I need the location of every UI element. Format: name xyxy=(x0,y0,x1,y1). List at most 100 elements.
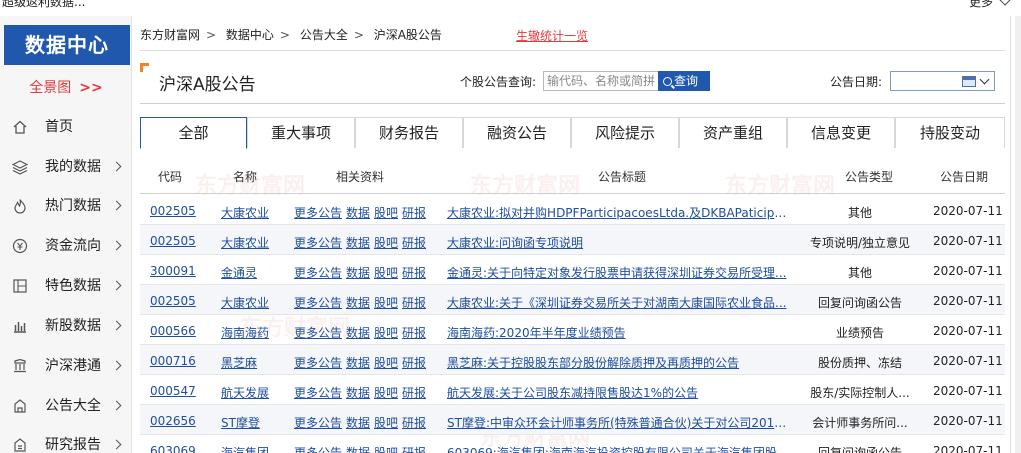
related-links: 更多公告 数据 股吧 研报 xyxy=(294,354,426,371)
overview-link[interactable]: 全景图 >> xyxy=(0,77,132,97)
announcement-date: 2020-07-11 xyxy=(933,204,1003,218)
more-announcements-link[interactable]: 更多公告 xyxy=(294,296,342,310)
breadcrumb-data-center[interactable]: 数据中心 xyxy=(226,26,274,43)
research-link[interactable]: 研报 xyxy=(402,296,426,310)
more-announcements-link[interactable]: 更多公告 xyxy=(294,326,342,340)
more-announcements-link[interactable]: 更多公告 xyxy=(294,206,342,220)
sidebar-item-research[interactable]: 研究报告 xyxy=(0,430,132,453)
data-link[interactable]: 数据 xyxy=(346,206,370,220)
sidebar-item-special-data[interactable]: 特色数据 xyxy=(0,271,132,301)
guba-link[interactable]: 股吧 xyxy=(374,266,398,280)
report-icon xyxy=(14,438,26,452)
stock-code-link[interactable]: 002505 xyxy=(150,234,196,248)
tab-all[interactable]: 全部 xyxy=(140,117,247,149)
data-link[interactable]: 数据 xyxy=(346,446,370,453)
sidebar-item-hot-data[interactable]: 热门数据 xyxy=(0,191,132,221)
search-button[interactable]: 查询 xyxy=(658,71,710,91)
stock-code-link[interactable]: 603069 xyxy=(150,444,196,453)
guba-link[interactable]: 股吧 xyxy=(374,356,398,370)
stock-name-link[interactable]: 金通灵 xyxy=(221,264,269,281)
tab-info-change[interactable]: 信息变更 xyxy=(787,117,895,148)
stock-name-link[interactable]: 黑芝麻 xyxy=(221,354,269,371)
more-link[interactable]: 更多 xyxy=(969,0,993,8)
stock-name-link[interactable]: 大康农业 xyxy=(221,204,269,221)
stock-name-link[interactable]: 海汽集团 xyxy=(221,444,269,453)
guba-link[interactable]: 股吧 xyxy=(374,416,398,430)
stock-code-link[interactable]: 002505 xyxy=(150,294,196,308)
sidebar-item-fund-flow[interactable]: 资金流向 xyxy=(0,231,132,261)
tab-major-events[interactable]: 重大事项 xyxy=(247,117,355,148)
guba-link[interactable]: 股吧 xyxy=(374,236,398,250)
stock-name-link[interactable]: 大康农业 xyxy=(221,234,269,251)
announcement-title-link[interactable]: 金通灵:关于向特定对象发行股票申请获得深圳证券交易所受理... xyxy=(447,264,789,281)
research-link[interactable]: 研报 xyxy=(402,206,426,220)
calendar-icon[interactable] xyxy=(962,76,976,87)
more-announcements-link[interactable]: 更多公告 xyxy=(294,356,342,370)
research-link[interactable]: 研报 xyxy=(402,386,426,400)
vertical-scrollbar[interactable] xyxy=(1015,16,1021,453)
tab-financial-reports[interactable]: 财务报告 xyxy=(355,117,463,148)
sidebar-item-connect[interactable]: 沪深港通 xyxy=(0,351,132,381)
more-announcements-link[interactable]: 更多公告 xyxy=(294,386,342,400)
tab-holding-change[interactable]: 持股变动 xyxy=(895,117,1005,148)
stock-name-link[interactable]: 大康农业 xyxy=(221,294,269,311)
sidebar-item-announcements[interactable]: 公告大全 xyxy=(0,391,132,421)
data-link[interactable]: 数据 xyxy=(346,296,370,310)
top-link-fragment[interactable]: 超级返利数据... xyxy=(2,0,85,8)
more-announcements-link[interactable]: 更多公告 xyxy=(294,236,342,250)
announcement-title-link[interactable]: 603069:海汽集团:海南海汽投资控股有限公司关于海汽集团股票... xyxy=(447,444,789,453)
more-announcements-link[interactable]: 更多公告 xyxy=(294,446,342,453)
stock-code-link[interactable]: 002505 xyxy=(150,204,196,218)
sidebar-item-my-data[interactable]: 我的数据 xyxy=(0,152,132,182)
brand-logo[interactable]: 数据中心 xyxy=(4,25,130,65)
stock-name-link[interactable]: 航天发展 xyxy=(221,384,269,401)
data-link[interactable]: 数据 xyxy=(346,326,370,340)
research-link[interactable]: 研报 xyxy=(402,266,426,280)
tab-risk-warning[interactable]: 风险提示 xyxy=(571,117,679,148)
guba-link[interactable]: 股吧 xyxy=(374,296,398,310)
more-announcements-link[interactable]: 更多公告 xyxy=(294,266,342,280)
guba-link[interactable]: 股吧 xyxy=(374,386,398,400)
tab-restructuring[interactable]: 资产重组 xyxy=(679,117,787,148)
date-picker[interactable] xyxy=(890,71,995,91)
breadcrumb-announcements[interactable]: 公告大全 xyxy=(300,26,348,43)
guba-link[interactable]: 股吧 xyxy=(374,446,398,453)
guba-link[interactable]: 股吧 xyxy=(374,206,398,220)
more-announcements-link[interactable]: 更多公告 xyxy=(294,416,342,430)
announcement-title-link[interactable]: 大康农业:问询函专项说明 xyxy=(447,234,789,251)
stock-name-link[interactable]: 海南海药 xyxy=(221,324,269,341)
data-link[interactable]: 数据 xyxy=(346,236,370,250)
sidebar-item-home[interactable]: 首页 xyxy=(0,112,132,142)
chevron-down-icon[interactable] xyxy=(999,0,1011,6)
research-link[interactable]: 研报 xyxy=(402,416,426,430)
announcement-date: 2020-07-11 xyxy=(933,264,1003,278)
data-link[interactable]: 数据 xyxy=(346,386,370,400)
announcement-title-link[interactable]: 大康农业:关于《深圳证券交易所关于对湖南大康国际农业食品... xyxy=(447,294,789,311)
stock-code-link[interactable]: 300091 xyxy=(150,264,196,278)
announcement-title-link[interactable]: 黑芝麻:关于控股股东部分股份解除质押及再质押的公告 xyxy=(447,354,789,371)
announcement-title-link[interactable]: ST摩登:中审众环会计师事务所(特殊普通合伙)关于对公司2019... xyxy=(447,414,789,431)
research-link[interactable]: 研报 xyxy=(402,236,426,250)
research-link[interactable]: 研报 xyxy=(402,356,426,370)
announcement-title-link[interactable]: 海南海药:2020年半年度业绩预告 xyxy=(447,324,789,341)
schedule-stats-link[interactable]: 生辙统计一览 xyxy=(516,27,588,44)
stock-code-link[interactable]: 000716 xyxy=(150,354,196,368)
data-link[interactable]: 数据 xyxy=(346,266,370,280)
stock-code-link[interactable]: 000566 xyxy=(150,324,196,338)
research-link[interactable]: 研报 xyxy=(402,446,426,453)
stock-name-link[interactable]: ST摩登 xyxy=(221,414,269,431)
announcement-title-link[interactable]: 航天发展:关于公司股东减持限售股达1%的公告 xyxy=(447,384,789,401)
chevron-down-icon[interactable] xyxy=(979,74,990,85)
announcement-title-link[interactable]: 大康农业:拟对并购HDPFParticipacoesLtda.及DKBAPati… xyxy=(447,204,789,221)
data-link[interactable]: 数据 xyxy=(346,356,370,370)
sidebar-item-ipo-data[interactable]: 新股数据 xyxy=(0,311,132,341)
data-link[interactable]: 数据 xyxy=(346,416,370,430)
breadcrumb-home[interactable]: 东方财富网 xyxy=(140,26,200,43)
divider xyxy=(140,193,1005,194)
research-link[interactable]: 研报 xyxy=(402,326,426,340)
tab-financing[interactable]: 融资公告 xyxy=(463,117,571,148)
stock-search-input[interactable] xyxy=(543,71,659,91)
guba-link[interactable]: 股吧 xyxy=(374,326,398,340)
stock-code-link[interactable]: 002656 xyxy=(150,414,196,428)
stock-code-link[interactable]: 000547 xyxy=(150,384,196,398)
